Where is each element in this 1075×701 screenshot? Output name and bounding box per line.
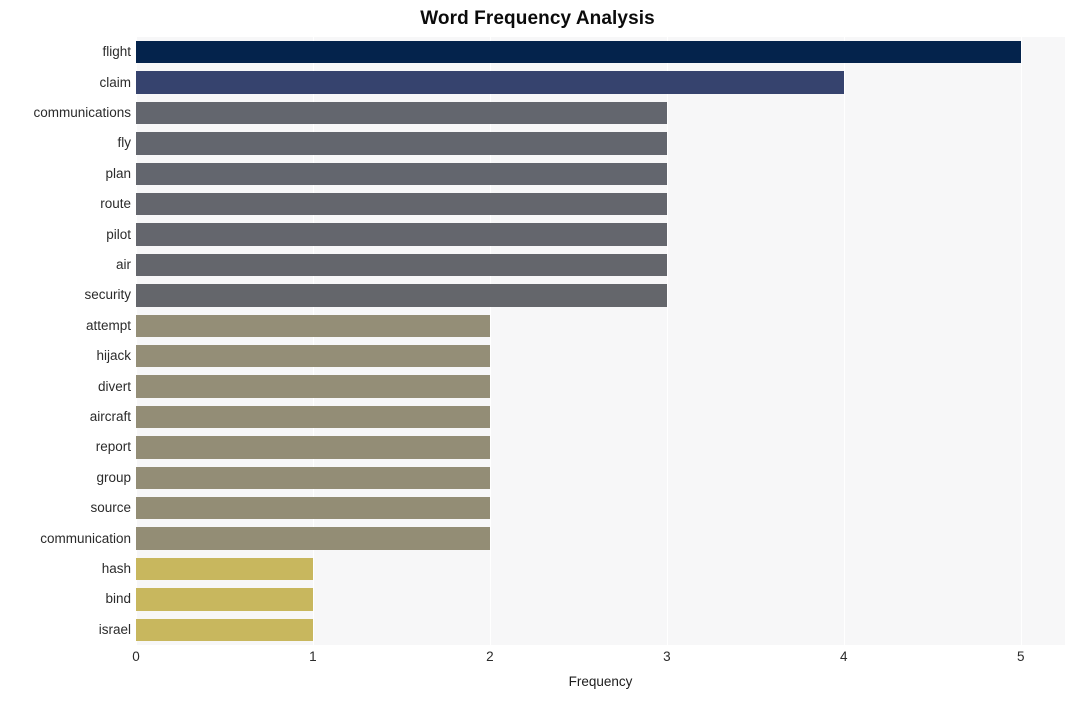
plot-area [136,37,1065,645]
bar-air[interactable] [136,253,667,277]
y-tick-label-attempt: attempt [85,317,131,333]
x-tick-label-2: 2 [486,649,494,664]
bar-pilot[interactable] [136,223,667,246]
y-tick-label-israel: israel [98,621,131,637]
x-tick-label-3: 3 [663,649,671,664]
gridline-x-0 [136,37,137,645]
bar-israel[interactable] [136,618,313,642]
y-tick-label-communications: communications [33,105,131,120]
gridline-x-4 [843,37,845,645]
bar-group[interactable] [136,466,490,490]
chart-title: Word Frequency Analysis [420,8,655,29]
y-tick-label-security: security [84,287,131,303]
bar-route[interactable] [136,192,667,216]
bar-communication[interactable] [136,527,490,550]
y-tick-label-divert: divert [97,378,131,394]
y-tick-label-group: group [96,469,131,485]
bar-divert[interactable] [136,375,490,398]
bar-hash[interactable] [136,557,313,581]
gridline-x-5 [1020,37,1022,645]
x-tick-label-5: 5 [1016,649,1025,664]
bar-security[interactable] [136,284,667,307]
y-tick-label-bind: bind [105,591,131,607]
bar-attempt[interactable] [136,314,490,338]
x-axis-title: Frequency [568,674,633,689]
y-tick-label-communication: communication [40,530,131,546]
gridline-x-2 [489,37,491,645]
y-tick-label-hash: hash [101,561,131,576]
bar-fly[interactable] [136,132,667,155]
bar-flight[interactable] [136,40,1021,64]
y-tick-label-flight: flight [102,44,131,60]
bar-bind[interactable] [136,588,313,611]
bar-claim[interactable] [136,71,844,94]
bar-report[interactable] [136,436,490,459]
word-frequency-chart: Word Frequency Analysis flight claim commu… [0,0,1075,701]
y-tick-label-fly: fly [117,135,132,151]
y-axis-labels: flight claim communications fly plan route pil… [0,37,131,645]
gridline-x-3 [666,37,668,645]
y-tick-label-hijack: hijack [96,348,131,364]
x-tick-label-4: 4 [840,649,848,664]
y-tick-label-route: route [100,196,131,212]
x-axis-tick-labels: 0 1 2 3 4 5 [0,648,1075,668]
bar-communications[interactable] [136,101,667,125]
y-tick-label-aircraft: aircraft [89,409,131,424]
y-tick-label-source: source [90,500,131,516]
bar-hijack[interactable] [136,344,490,368]
y-tick-label-air: air [115,257,131,272]
bar-plan[interactable] [136,162,667,186]
bar-aircraft[interactable] [136,405,490,429]
y-tick-label-claim: claim [99,74,131,90]
gridline-x-1 [312,37,314,645]
y-tick-label-plan: plan [105,165,131,181]
x-tick-label-1: 1 [309,649,317,664]
x-tick-label-0: 0 [132,649,140,664]
y-tick-label-pilot: pilot [106,226,131,242]
bar-source[interactable] [136,496,490,520]
y-tick-label-report: report [95,439,131,455]
